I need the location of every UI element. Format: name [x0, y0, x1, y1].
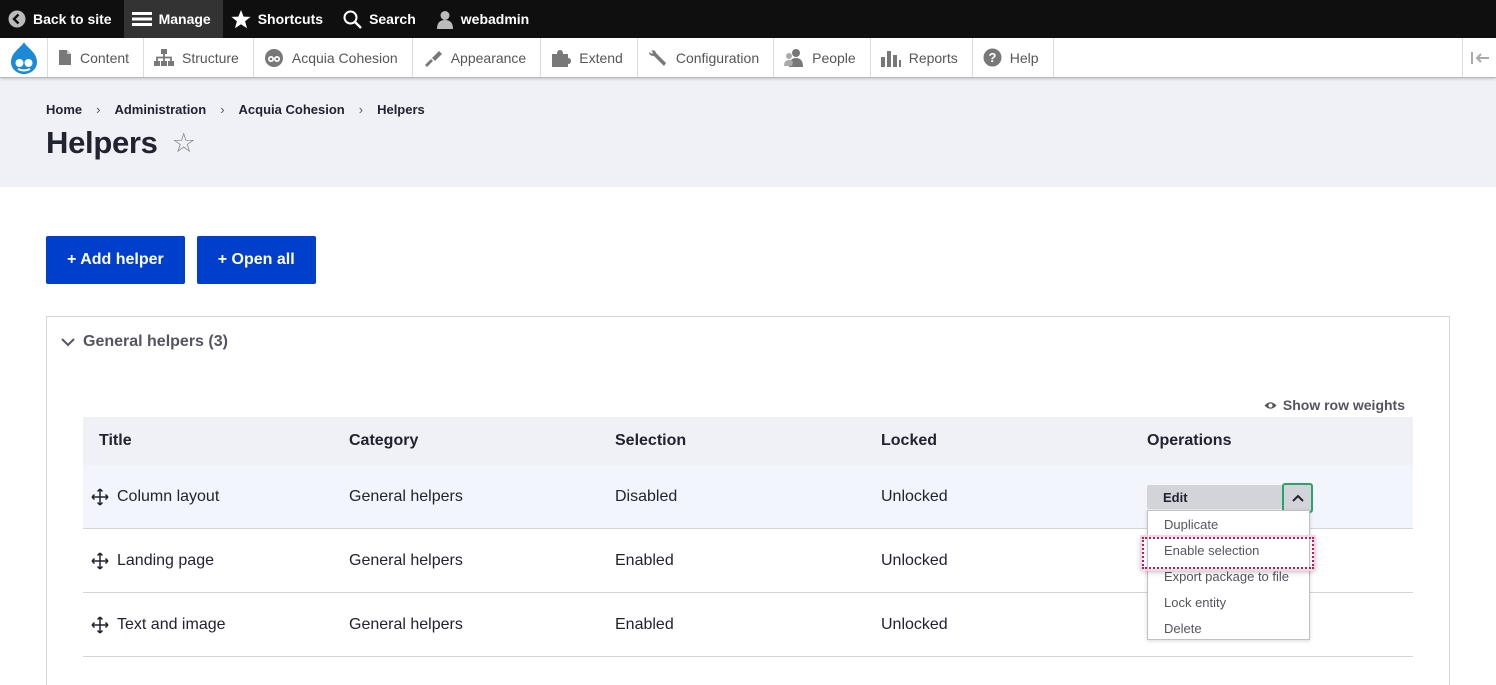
people-icon — [784, 49, 804, 67]
collapse-tray-icon — [1470, 51, 1489, 64]
add-helper-button[interactable]: + Add helper — [46, 236, 185, 284]
table-header: Title Category Selection Locked Operatio… — [83, 417, 1413, 465]
menu-appearance[interactable]: Appearance — [413, 38, 542, 77]
menu-content-label: Content — [80, 49, 130, 66]
general-helpers-summary[interactable]: General helpers (3) — [61, 333, 228, 351]
wrench-icon — [648, 49, 666, 66]
admin-menu-tray: Content Structure Acquia Cohesion Appear… — [0, 38, 1496, 78]
menu-help-label: Help — [1009, 49, 1039, 66]
chevron-down-icon — [61, 337, 75, 346]
breadcrumb-separator: › — [358, 102, 364, 117]
chevron-up-icon — [1291, 494, 1304, 502]
row-locked: Unlocked — [881, 551, 948, 569]
menu-structure-label: Structure — [182, 49, 239, 66]
menu-reports[interactable]: Reports — [871, 38, 973, 77]
lock-entity-menu-item[interactable]: Lock entity — [1148, 589, 1309, 615]
row-locked: Unlocked — [881, 487, 948, 505]
column-header-category: Category — [349, 432, 419, 449]
row-category: General helpers — [349, 615, 463, 633]
search-label: Search — [369, 11, 416, 27]
svg-text:?: ? — [988, 50, 996, 65]
column-header-selection: Selection — [615, 432, 687, 449]
menu-reports-label: Reports — [908, 49, 958, 66]
show-row-weights-link[interactable]: Show row weights — [1264, 397, 1405, 413]
menu-content[interactable]: Content — [48, 38, 145, 77]
menu-acquia-cohesion-label: Acquia Cohesion — [291, 49, 398, 66]
page-header: Home › Administration › Acquia Cohesion … — [0, 78, 1496, 187]
row-title: Landing page — [117, 551, 214, 569]
breadcrumb-helpers: Helpers — [377, 102, 425, 117]
row-title: Column layout — [117, 487, 220, 505]
delete-menu-item[interactable]: Delete — [1148, 615, 1309, 641]
sitemap-icon — [154, 49, 175, 66]
column-header-title: Title — [99, 432, 132, 449]
document-icon — [59, 50, 71, 65]
breadcrumb-separator: › — [220, 102, 225, 117]
shortcuts-label: Shortcuts — [257, 11, 324, 27]
user-tab[interactable]: webadmin — [428, 0, 541, 38]
row-locked: Unlocked — [881, 615, 948, 633]
menu-structure[interactable]: Structure — [144, 38, 254, 77]
menu-extend[interactable]: Extend — [541, 38, 638, 77]
export-package-menu-item[interactable]: Export package to file — [1148, 563, 1309, 589]
menu-configuration-label: Configuration — [675, 49, 760, 66]
page-title: Helpers — [46, 125, 158, 160]
dropbutton-toggle[interactable] — [1282, 483, 1313, 513]
shortcuts-tab[interactable]: Shortcuts — [223, 0, 335, 38]
cohesion-icon — [264, 48, 283, 67]
row-title: Text and image — [117, 615, 226, 633]
drag-handle-icon[interactable] — [91, 487, 109, 506]
search-tab[interactable]: Search — [335, 0, 428, 38]
duplicate-menu-item[interactable]: Duplicate — [1148, 511, 1309, 537]
row-selection: Enabled — [615, 615, 674, 633]
enable-selection-menu-item[interactable]: Enable selection — [1142, 537, 1314, 569]
row-selection: Enabled — [615, 551, 674, 569]
show-row-weights-label: Show row weights — [1282, 397, 1405, 413]
drag-handle-icon[interactable] — [91, 615, 109, 634]
column-header-operations: Operations — [1147, 432, 1232, 449]
breadcrumb-home[interactable]: Home — [46, 102, 82, 117]
help-icon: ? — [983, 48, 1002, 67]
general-helpers-summary-label: General helpers (3) — [83, 333, 228, 350]
hamburger-icon — [131, 12, 152, 26]
search-icon — [343, 10, 362, 29]
operations-dropbutton: Edit — [1147, 483, 1313, 513]
user-icon — [436, 10, 453, 29]
row-category: General helpers — [349, 551, 463, 569]
edit-button[interactable]: Edit — [1147, 485, 1284, 509]
user-label: webadmin — [460, 11, 530, 27]
manage-tab[interactable]: Manage — [123, 0, 223, 38]
star-icon — [231, 9, 251, 28]
row-selection: Disabled — [615, 487, 678, 505]
eye-icon — [1264, 401, 1277, 409]
breadcrumb-administration[interactable]: Administration — [114, 102, 206, 117]
menu-people[interactable]: People — [774, 38, 871, 77]
drupal-logo-icon[interactable] — [0, 38, 48, 77]
menu-help[interactable]: ? Help — [973, 38, 1054, 77]
manage-label: Manage — [158, 11, 211, 27]
breadcrumb: Home › Administration › Acquia Cohesion … — [46, 102, 1450, 117]
menu-people-label: People — [812, 49, 856, 66]
breadcrumb-separator: › — [96, 102, 101, 117]
menu-appearance-label: Appearance — [450, 49, 527, 66]
toolbar-bar: Back to site Manage Shortcuts Search web… — [0, 0, 1496, 38]
menu-configuration[interactable]: Configuration — [638, 38, 775, 77]
breadcrumb-acquia-cohesion[interactable]: Acquia Cohesion — [239, 102, 345, 117]
bar-chart-icon — [880, 50, 901, 67]
menu-acquia-cohesion[interactable]: Acquia Cohesion — [254, 38, 413, 77]
paintbrush-icon — [424, 50, 442, 67]
back-to-site-link[interactable]: Back to site — [0, 0, 124, 38]
back-to-site-label: Back to site — [33, 11, 112, 27]
back-arrow-icon — [8, 10, 26, 28]
row-category: General helpers — [349, 487, 463, 505]
puzzle-icon — [552, 49, 572, 67]
tray-orientation-toggle[interactable] — [1462, 38, 1496, 77]
action-links: + Add helper + Open all — [46, 236, 316, 284]
column-header-locked: Locked — [881, 432, 938, 449]
menu-extend-label: Extend — [579, 49, 623, 66]
shortcut-star-icon[interactable]: ☆ — [172, 129, 196, 157]
open-all-button[interactable]: + Open all — [196, 236, 316, 284]
operations-menu: Duplicate Enable selection Export packag… — [1142, 510, 1314, 641]
drag-handle-icon[interactable] — [91, 551, 109, 570]
